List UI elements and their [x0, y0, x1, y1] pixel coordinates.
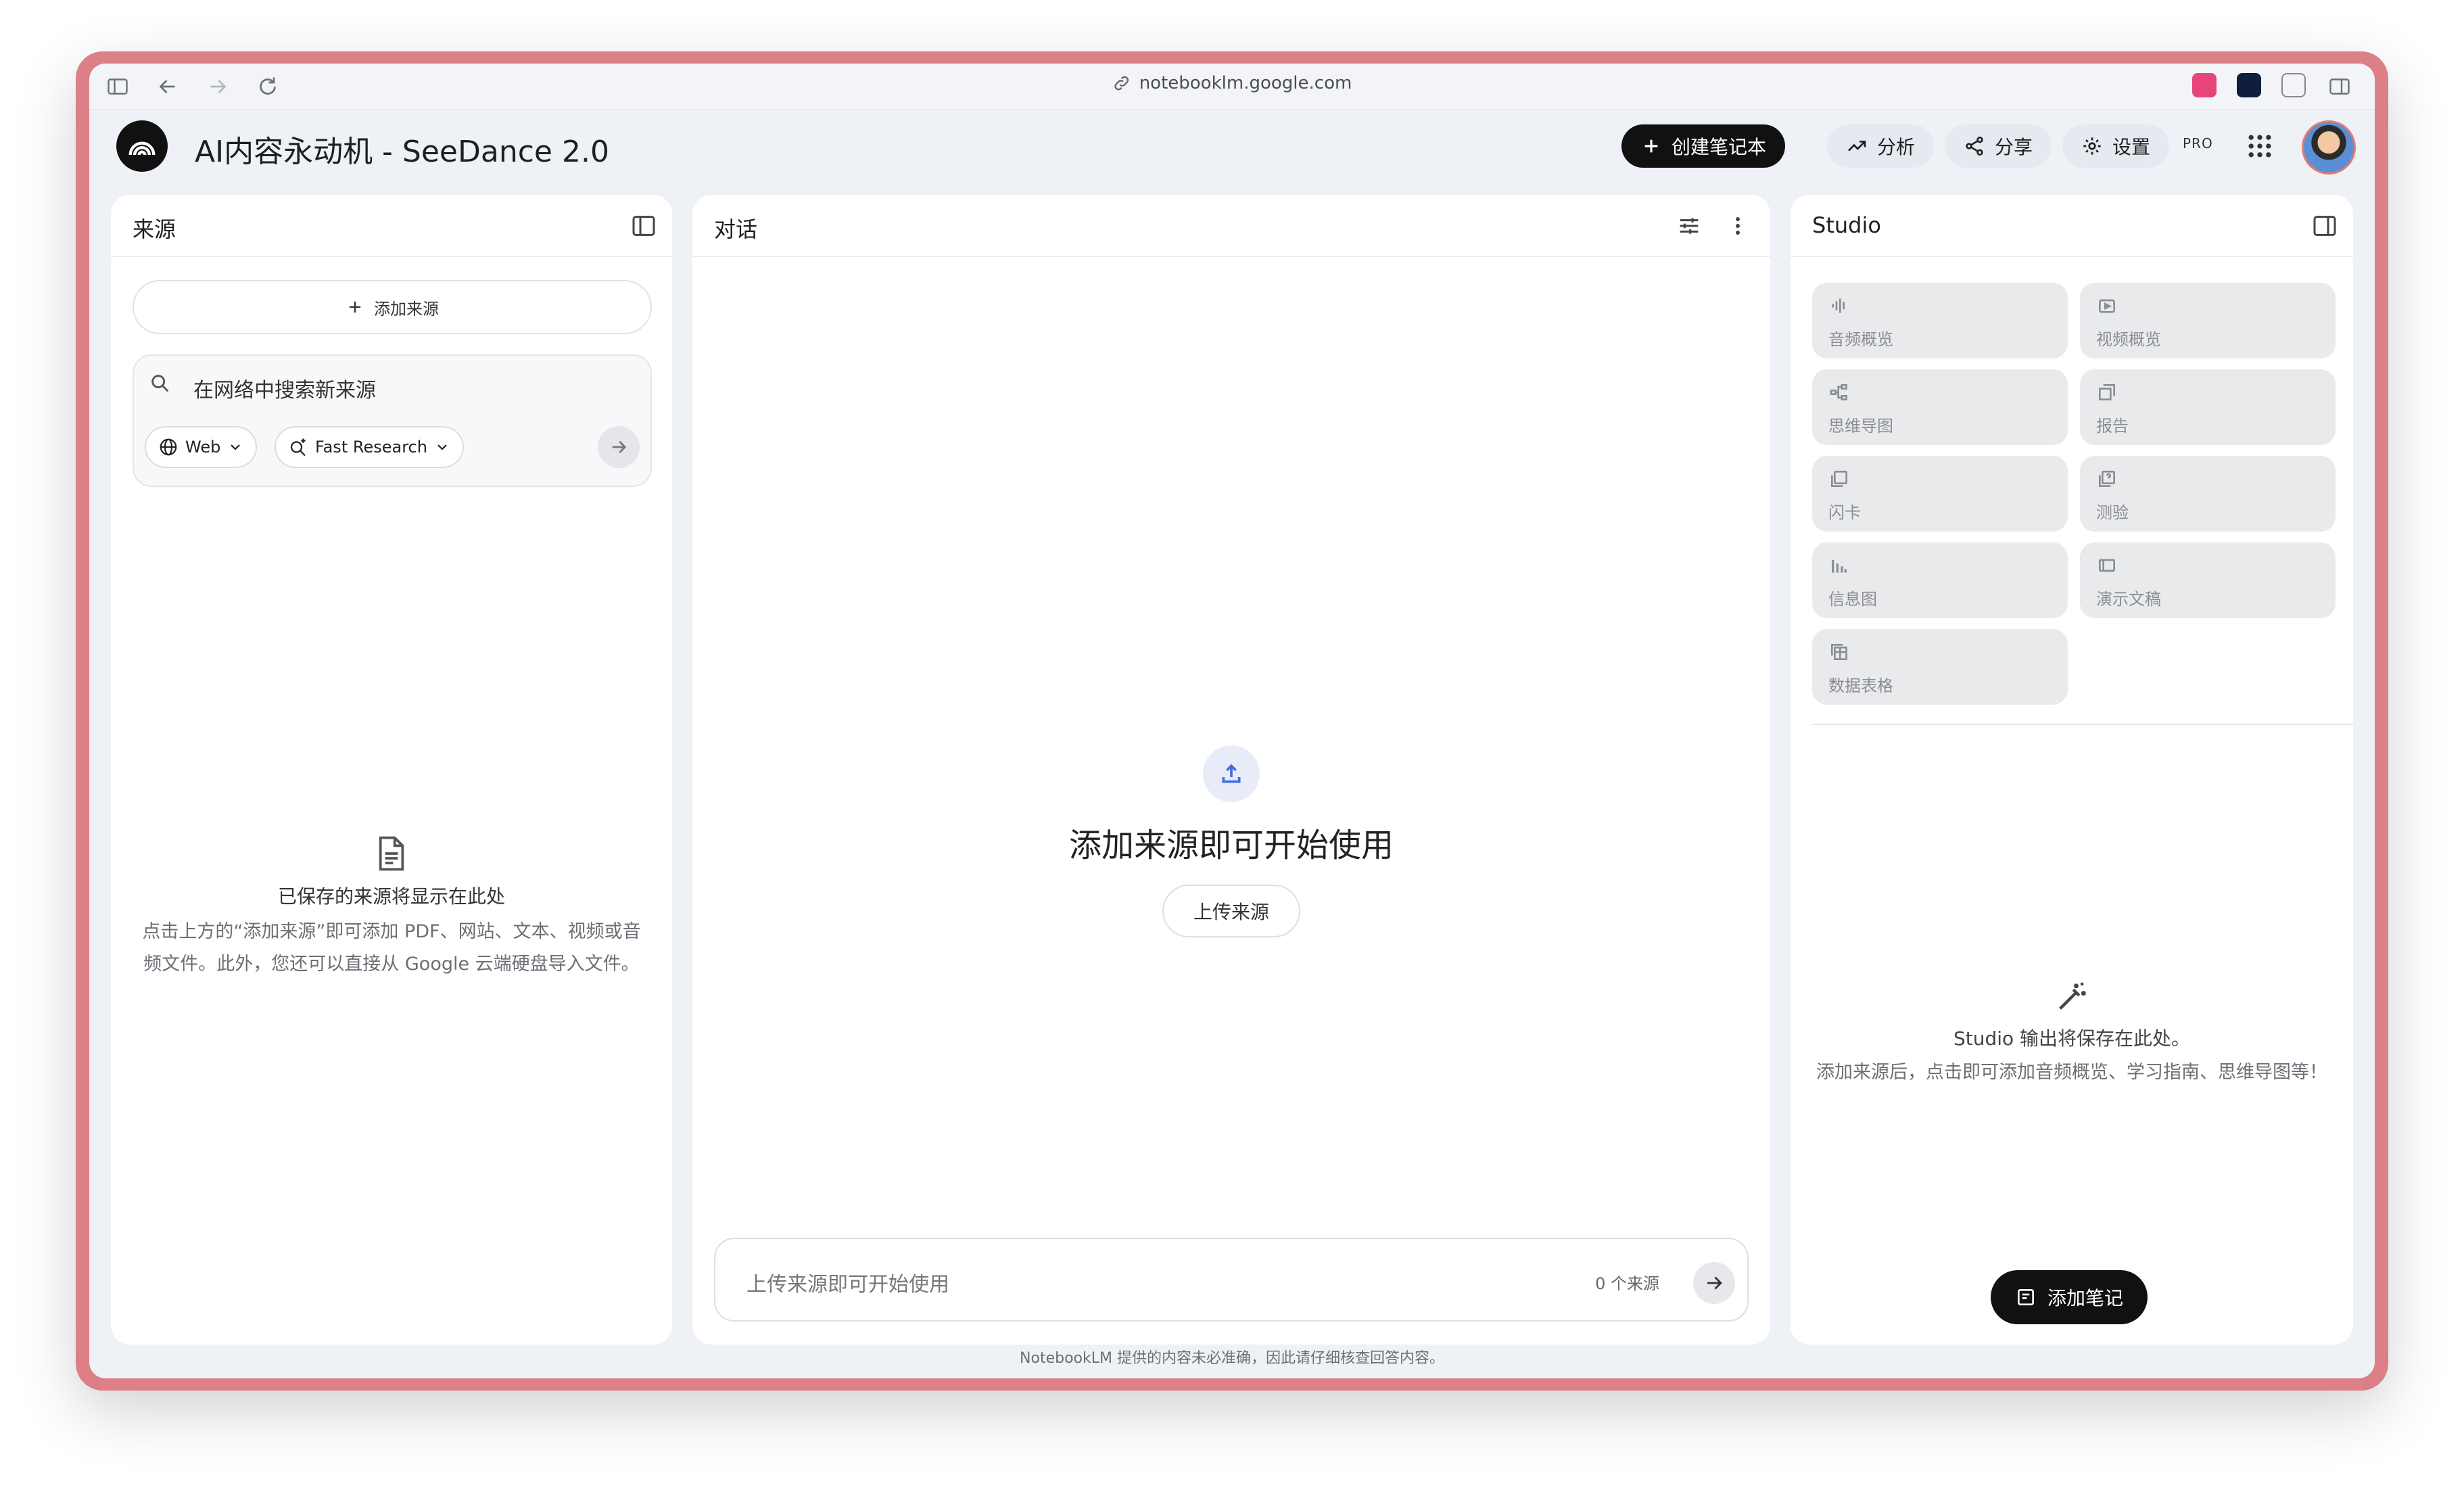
link-icon: [1114, 76, 1129, 91]
studio-panel: Studio 音频概览 视频概览 思维导图 报告 闪卡 测验 信息图 演示文稿 …: [1791, 195, 2353, 1345]
chat-empty-state: 添加来源即可开始使用 上传来源: [692, 745, 1770, 937]
slides-icon: [2099, 559, 2115, 572]
collapse-panel-icon[interactable]: [630, 212, 657, 239]
studio-tile-infographic[interactable]: 信息图: [1812, 542, 2068, 618]
arrow-right-icon: [1707, 1276, 1722, 1290]
sources-title: 来源: [133, 216, 176, 242]
search-sparkle-icon: [290, 438, 306, 457]
url-text: notebooklm.google.com: [1139, 73, 1352, 93]
chat-panel-header: 对话: [692, 195, 1770, 257]
app-header: AI内容永动机 - SeeDance 2.0 创建笔记本 分析 分享 设置 PR…: [89, 110, 2375, 191]
report-icon: [2099, 384, 2115, 400]
logo-icon: [128, 141, 156, 156]
globe-icon: [160, 438, 177, 456]
avatar[interactable]: [2302, 120, 2356, 174]
search-icon: [151, 375, 169, 392]
search-submit-button[interactable]: [598, 426, 640, 468]
research-mode-dropdown[interactable]: Fast Research: [275, 426, 464, 468]
trending-up-icon: [1848, 141, 1866, 151]
sources-empty-state: 已保存的来源将显示在此处 点击上方的“添加来源”即可添加 PDF、网站、文本、视…: [111, 835, 672, 981]
search-input[interactable]: 在网络中搜索新来源: [193, 373, 376, 403]
infographic-icon: [1832, 560, 1847, 573]
studio-empty-description: 添加来源后，点击即可添加音频概览、学习指南、思维导图等！: [1816, 1062, 2327, 1083]
browser-toolbar: notebooklm.google.com: [89, 64, 2375, 110]
send-button[interactable]: [1693, 1262, 1735, 1304]
sources-empty-description: 点击上方的“添加来源”即可添加 PDF、网站、文本、视频或音频文件。此外，您还可…: [142, 921, 641, 975]
chevron-down-icon: [437, 444, 447, 450]
address-bar[interactable]: notebooklm.google.com: [1112, 73, 1352, 93]
share-icon: [1966, 137, 1983, 156]
chat-title: 对话: [714, 216, 758, 242]
studio-panel-header: Studio: [1791, 195, 2353, 257]
studio-tile-report[interactable]: 报告: [2080, 369, 2336, 445]
document-icon: [375, 835, 408, 872]
notebooklm-logo[interactable]: [116, 120, 168, 172]
notebook-title[interactable]: AI内容永动机 - SeeDance 2.0: [195, 127, 609, 170]
split-view-icon[interactable]: [2327, 74, 2352, 99]
collapse-panel-icon[interactable]: [2311, 212, 2338, 239]
translate-extension-icon[interactable]: [2192, 73, 2217, 97]
forward-icon[interactable]: [206, 74, 230, 99]
flashcard-icon: [1831, 471, 1847, 487]
magic-wand-icon: [2054, 979, 2089, 1015]
plus-icon: [1644, 139, 1658, 153]
studio-divider: [1812, 724, 2353, 725]
mindmap-icon: [1830, 384, 1847, 400]
settings-button[interactable]: 设置: [2062, 124, 2170, 168]
studio-tile-audio-overview[interactable]: 音频概览: [1812, 283, 2068, 358]
add-note-button[interactable]: 添加笔记: [1991, 1270, 2148, 1324]
studio-tile-video-overview[interactable]: 视频概览: [2080, 283, 2336, 358]
upload-icon: [1203, 745, 1260, 802]
apps-grid-icon[interactable]: [2245, 131, 2275, 161]
chat-input-box[interactable]: 上传来源即可开始使用 0 个来源: [714, 1238, 1749, 1322]
analytics-button[interactable]: 分析: [1827, 124, 1935, 168]
pro-badge: PRO: [2183, 135, 2213, 151]
studio-tile-quiz[interactable]: 测验: [2080, 456, 2336, 532]
back-icon[interactable]: [156, 74, 180, 99]
web-source-dropdown[interactable]: Web: [145, 426, 258, 468]
add-source-button[interactable]: 添加来源: [133, 280, 652, 334]
audio-waveform-icon: [1832, 298, 1845, 313]
sources-empty-title: 已保存的来源将显示在此处: [277, 885, 505, 908]
studio-empty-state: Studio 输出将保存在此处。 添加来源后，点击即可添加音频概览、学习指南、思…: [1791, 979, 2353, 1089]
browser-window: notebooklm.google.com AI内容永动机 - SeeDance…: [89, 64, 2375, 1378]
chevron-down-icon: [231, 444, 241, 450]
sources-panel: 来源 添加来源 在网络中搜索新来源 Web Fast Research 已保存的…: [111, 195, 672, 1345]
upload-source-button[interactable]: 上传来源: [1162, 885, 1300, 937]
note-icon: [2018, 1289, 2034, 1305]
chat-panel: 对话 添加来源即可开始使用 上传来源 上传来源即可开始使用 0 个来源: [692, 195, 1770, 1345]
reload-icon[interactable]: [256, 74, 280, 99]
arrow-right-icon: [612, 441, 627, 453]
sources-panel-header: 来源: [111, 195, 672, 257]
studio-tile-flashcards[interactable]: 闪卡: [1812, 456, 2068, 532]
studio-tile-mindmap[interactable]: 思维导图: [1812, 369, 2068, 445]
table-icon: [1831, 644, 1847, 660]
video-icon: [2099, 299, 2115, 313]
web-search-box: 在网络中搜索新来源 Web Fast Research: [133, 354, 652, 487]
studio-tile-data-table[interactable]: 数据表格: [1812, 629, 2068, 705]
tune-icon[interactable]: [1676, 212, 1703, 239]
extension-icon[interactable]: [2237, 73, 2261, 97]
studio-title: Studio: [1812, 212, 1881, 238]
extension-settings-icon[interactable]: [2281, 73, 2306, 97]
quiz-icon: [2099, 471, 2115, 487]
source-count: 0 个来源: [1595, 1274, 1659, 1293]
more-vert-icon[interactable]: [1724, 212, 1751, 239]
sidebar-toggle-icon[interactable]: [105, 74, 130, 99]
studio-empty-title: Studio 输出将保存在此处。: [1953, 1027, 2191, 1050]
disclaimer-footer: NotebookLM 提供的内容未必准确，因此请仔细核查回答内容。: [1020, 1350, 1444, 1367]
share-button[interactable]: 分享: [1945, 124, 2052, 168]
chat-empty-title: 添加来源即可开始使用: [1068, 826, 1394, 864]
plus-icon: [349, 301, 361, 313]
studio-tile-slides[interactable]: 演示文稿: [2080, 542, 2336, 618]
create-notebook-button[interactable]: 创建笔记本: [1621, 124, 1786, 168]
gear-icon: [2083, 137, 2101, 155]
chat-input[interactable]: 上传来源即可开始使用: [747, 1267, 949, 1297]
